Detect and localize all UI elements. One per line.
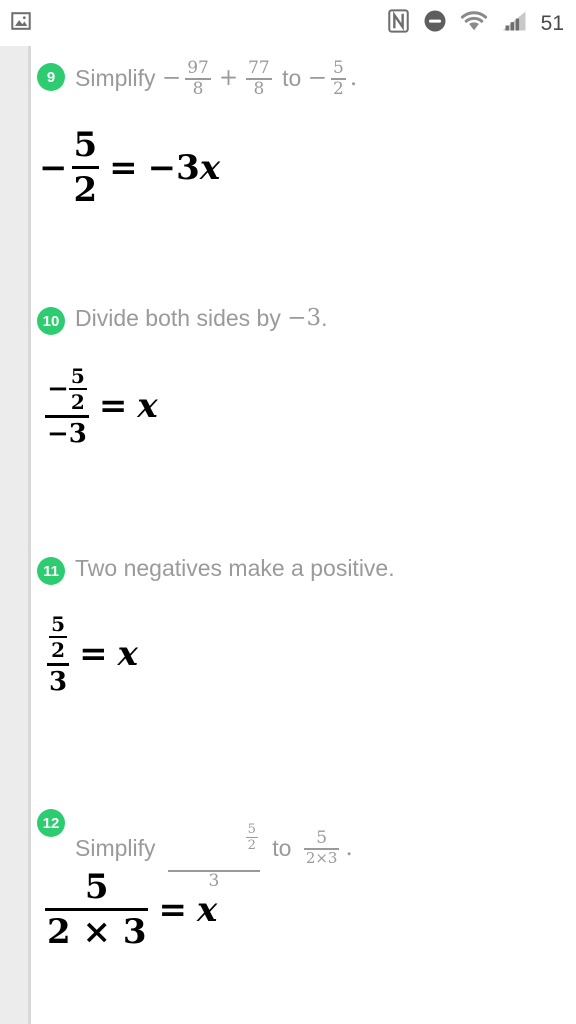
battery-percentage: 51	[540, 11, 564, 35]
equation-10-outer-numerator: − 5 2	[45, 366, 89, 412]
step-9-fraction-1-denominator: 8	[192, 78, 204, 99]
app-screen: 51 9 Simplify − 97 8 + 77 8 to − 5 2 . −…	[0, 0, 576, 1024]
equation-11-outer-denominator: 3	[49, 666, 68, 697]
equation-12-numerator: 5	[84, 867, 109, 907]
step-9-minus-1: −	[161, 65, 182, 92]
step-description-11: Two negatives make a positive.	[75, 554, 395, 583]
step-12-fraction-1-numerator: 5 2	[168, 806, 260, 869]
step-9-lead: Simplify	[75, 65, 162, 92]
fraction-bar	[71, 166, 100, 169]
step-description-9: Simplify − 97 8 + 77 8 to − 5 2 .	[75, 60, 357, 98]
equation-10-inner-numerator: 5	[70, 364, 85, 388]
step-9-plus: +	[218, 65, 239, 92]
equation-10-inner-denominator: 2	[70, 390, 85, 414]
equation-12-equals: =	[158, 889, 187, 930]
equation-11-rhs-variable: x	[117, 634, 138, 675]
step-10-value: −3	[287, 305, 322, 331]
step-12-fraction-2: 5 2×3	[303, 828, 340, 867]
step-10-lead: Divide both sides by	[75, 305, 288, 331]
equation-10-rhs-variable: x	[137, 386, 158, 427]
fraction-bar	[45, 908, 149, 911]
solution-steps-list: 9 Simplify − 97 8 + 77 8 to − 5 2 . − 5 …	[31, 46, 576, 1024]
step-12-fraction-1-inner: 5 2	[245, 822, 258, 854]
step-10-period: .	[321, 305, 328, 331]
step-9-fraction-3: 5 2	[331, 60, 346, 98]
equation-9-lhs-fraction: 5 2	[71, 125, 100, 210]
step-block-12: 12 Simplify 5 2 3 to 5 2×3 . 5 2 × 3 = x	[31, 806, 576, 949]
equation-10: − 5 2 −3 = x	[45, 366, 158, 447]
equation-9-rhs-coefficient: 3	[176, 147, 200, 188]
step-9-fraction-1: 97 8	[185, 60, 211, 98]
status-bar-right: 51	[387, 8, 564, 38]
equation-12-denominator: 2 × 3	[47, 912, 147, 952]
equation-11-outer-numerator: 5 2	[47, 614, 69, 660]
equation-12-fraction: 5 2 × 3	[45, 867, 149, 952]
image-notification-icon	[10, 10, 32, 37]
status-bar: 51	[0, 0, 576, 46]
step-header-11: 11 Two negatives make a positive.	[31, 554, 576, 585]
step-9-period: .	[349, 65, 358, 92]
step-number-badge-11: 11	[37, 557, 65, 585]
step-header-10: 10 Divide both sides by −3 .	[31, 304, 576, 335]
step-12-mid: to	[265, 834, 298, 861]
equation-10-row: − 5 2 −3 = x	[45, 366, 158, 447]
equation-11: 5 2 3 = x	[47, 614, 138, 695]
step-11-lead: Two negatives make a positive.	[75, 555, 395, 581]
step-number-badge-10: 10	[37, 307, 65, 335]
do-not-disturb-icon	[423, 9, 447, 38]
step-12-fraction-2-denominator: 2×3	[305, 848, 338, 867]
equation-11-inner-denominator: 2	[51, 638, 65, 662]
equation-11-row: 5 2 3 = x	[47, 614, 138, 695]
equation-9-rhs-sign: −	[147, 147, 177, 188]
equation-11-equals: =	[79, 634, 108, 675]
step-number-badge-9: 9	[37, 63, 65, 91]
equation-9-equals: =	[109, 147, 138, 188]
fraction-bar	[45, 415, 89, 418]
equation-9-lhs-denominator: 2	[73, 170, 98, 210]
equation-9: − 5 2 = − 3 x	[39, 128, 220, 207]
step-9-fraction-1-numerator: 97	[187, 58, 209, 78]
equation-10-outer-denominator: −3	[47, 418, 87, 449]
step-9-fraction-2-denominator: 8	[253, 78, 265, 99]
step-12-fraction-2-numerator: 5	[316, 828, 328, 849]
step-9-fraction-2-numerator: 77	[248, 58, 270, 78]
equation-10-inner-sign: −	[47, 374, 69, 404]
step-12-period: .	[345, 834, 353, 861]
step-block-9: 9 Simplify − 97 8 + 77 8 to − 5 2 . − 5 …	[31, 60, 576, 207]
equation-11-outer-fraction: 5 2 3	[47, 614, 70, 697]
step-12-fraction-1-inner-denominator: 2	[247, 838, 256, 854]
step-9-fraction-3-denominator: 2	[333, 78, 344, 99]
cellular-signal-icon	[501, 10, 528, 37]
step-12-fraction-1-inner-numerator: 5	[247, 822, 256, 837]
equation-11-inner-numerator: 5	[51, 612, 65, 636]
equation-9-lhs-numerator: 5	[73, 125, 98, 165]
equation-10-equals: =	[98, 386, 128, 427]
equation-11-inner-fraction: 5 2	[49, 614, 67, 660]
equation-10-inner-fraction: 5 2	[68, 364, 87, 414]
left-gutter	[0, 46, 28, 1024]
wifi-icon	[460, 10, 488, 37]
step-9-minus-2: −	[307, 65, 327, 92]
fraction-bar	[47, 663, 70, 666]
status-bar-left	[10, 10, 32, 37]
step-12-lead: Simplify	[75, 834, 162, 861]
equation-12-rhs-variable: x	[196, 889, 218, 930]
nfc-icon	[387, 8, 410, 38]
step-number-badge-12: 12	[37, 809, 65, 837]
step-header-9: 9 Simplify − 97 8 + 77 8 to − 5 2 .	[31, 60, 576, 98]
equation-10-outer-fraction: − 5 2 −3	[45, 366, 89, 447]
equation-9-rhs-variable: x	[199, 147, 221, 188]
step-9-mid: to	[275, 65, 308, 92]
step-9-fraction-3-numerator: 5	[333, 58, 344, 78]
step-block-10: 10 Divide both sides by −3 . − 5 2 −3 = …	[31, 304, 576, 447]
equation-9-lhs-sign: −	[39, 147, 68, 188]
step-block-11: 11 Two negatives make a positive. 5 2 3 …	[31, 554, 576, 695]
step-9-fraction-2: 77 8	[246, 60, 272, 98]
step-description-10: Divide both sides by −3 .	[75, 304, 328, 333]
equation-12: 5 2 × 3 = x	[45, 870, 217, 949]
equation-9-row: − 5 2 = − 3 x	[39, 128, 220, 207]
equation-12-row: 5 2 × 3 = x	[45, 870, 217, 949]
